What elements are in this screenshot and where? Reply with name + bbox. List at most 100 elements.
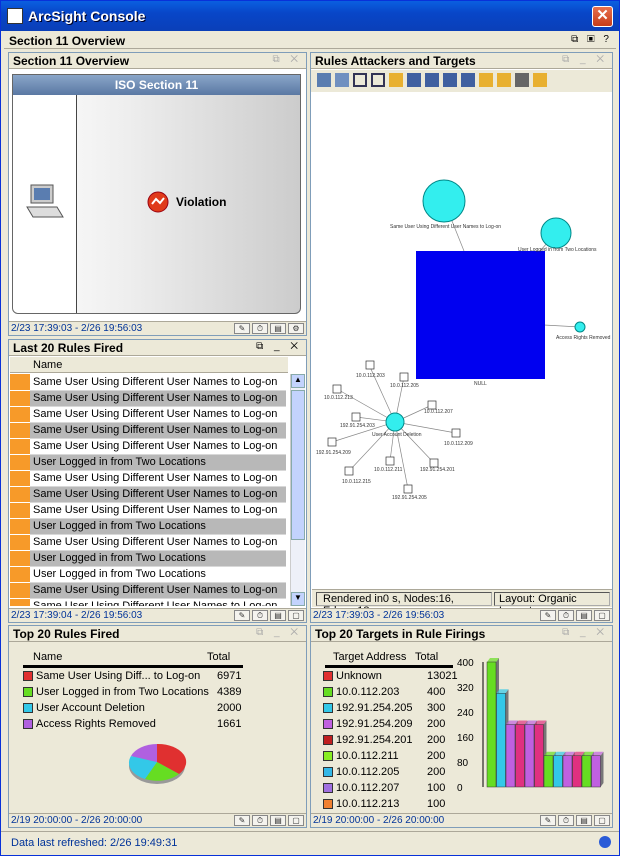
table-row[interactable]: Same User Using Different User Names to … xyxy=(10,598,286,606)
rule-name: Same User Using Different User Names to … xyxy=(30,470,286,487)
table-row[interactable]: Same User Using Different User Names to … xyxy=(10,390,286,407)
info-icon[interactable] xyxy=(599,836,611,848)
panel-toolbar[interactable]: ✎ ⏱ ▤ ▢ xyxy=(540,610,610,621)
iso-title: ISO Section 11 xyxy=(13,75,300,95)
section-controls[interactable]: ⧉ ▣ ? xyxy=(571,34,612,45)
scrollbar[interactable]: ▲ ▼ xyxy=(290,374,305,606)
bar xyxy=(572,755,582,788)
table-row[interactable]: User Logged in from Two Locations xyxy=(10,454,286,471)
rule-name: Same User Using Different User Names to … xyxy=(30,534,286,551)
table-row[interactable]: Same User Using Different User Names to … xyxy=(10,422,286,439)
iso-widget: ISO Section 11 Violation xyxy=(12,74,301,314)
rule-name: User Logged in from Two Locations xyxy=(30,566,286,583)
bar xyxy=(534,724,544,788)
node-label: User Logged in from Two Locations xyxy=(518,247,597,253)
rule-node[interactable] xyxy=(574,321,586,333)
table-row[interactable]: Same User Using Different User Names to … xyxy=(10,438,286,455)
overview-title: Section 11 Overview xyxy=(13,54,130,68)
panel-toolbar[interactable]: ✎ ⏱ ▤ ▢ xyxy=(540,815,610,826)
ip-label: 192.91.254.209 xyxy=(316,450,351,456)
table-row[interactable]: User Logged in from Two Locations xyxy=(10,518,286,535)
circular-layout-icon[interactable] xyxy=(443,73,457,87)
null-node[interactable] xyxy=(416,251,545,379)
bar xyxy=(486,661,497,788)
rule-node[interactable] xyxy=(422,179,466,223)
bar xyxy=(553,755,563,788)
close-button[interactable]: ✕ xyxy=(592,6,613,27)
legend-item: Access Rights Removed 1661 xyxy=(23,718,243,730)
app-window: ArcSight Console ✕ Section 11 Overview ⧉… xyxy=(0,0,620,856)
panel-toolbar[interactable]: ✎ ⏱ ▤ ▢ xyxy=(234,815,304,826)
targets-title: Top 20 Targets in Rule Firings xyxy=(315,627,486,641)
zoom-in-icon[interactable] xyxy=(353,73,367,87)
node-label: Access Rights Removed xyxy=(556,335,611,341)
table-row[interactable]: User Logged in from Two Locations xyxy=(10,550,286,567)
table-row[interactable]: Same User Using Different User Names to … xyxy=(10,406,286,423)
app-icon xyxy=(7,8,23,24)
bar xyxy=(581,755,592,788)
y-tick-label: 320 xyxy=(457,683,474,694)
section-header: Section 11 Overview ⧉ ▣ ? xyxy=(4,32,616,49)
table-row[interactable]: Same User Using Different User Names to … xyxy=(10,502,286,519)
col-address: Target Address xyxy=(333,651,407,663)
title-bar[interactable]: ArcSight Console ✕ xyxy=(1,1,619,31)
panel-controls[interactable]: ⧉ _ ✕ xyxy=(562,627,608,638)
rule-name: Same User Using Different User Names to … xyxy=(30,438,286,455)
target-item: 10.0.112.205 200 xyxy=(323,766,453,778)
bar xyxy=(524,724,535,788)
export-icon[interactable] xyxy=(497,73,511,87)
properties-icon[interactable] xyxy=(479,73,493,87)
table-row[interactable]: Same User Using Different User Names to … xyxy=(10,374,286,391)
bar xyxy=(562,755,573,788)
render-status: Rendered in0 s, Nodes:16, Edges:18 xyxy=(316,592,492,617)
rule-name: Same User Using Different User Names to … xyxy=(30,374,286,391)
target-item: 192.91.254.201 200 xyxy=(323,734,453,746)
table-row[interactable]: Same User Using Different User Names to … xyxy=(10,486,286,503)
graph-canvas[interactable]: Same User Using Different User Names to … xyxy=(312,93,612,588)
status-bar: Data last refreshed: 2/26 19:49:31 xyxy=(1,831,619,855)
last-rules-title: Last 20 Rules Fired xyxy=(13,341,124,355)
rule-node[interactable] xyxy=(385,412,405,432)
panel-controls[interactable]: ⧉ _ ✕ xyxy=(256,627,302,638)
rule-name: Same User Using Different User Names to … xyxy=(30,598,286,606)
panel-toolbar[interactable]: ✎ ⏱ ▤ ⚙ xyxy=(234,323,304,334)
column-name[interactable]: Name xyxy=(33,359,62,371)
top-rules-title: Top 20 Rules Fired xyxy=(13,627,120,641)
layout-icon[interactable] xyxy=(317,73,331,87)
graph-title: Rules Attackers and Targets xyxy=(315,54,476,68)
node-label: NULL xyxy=(474,381,487,387)
table-row[interactable]: Same User Using Different User Names to … xyxy=(10,470,286,487)
rule-name: User Logged in from Two Locations xyxy=(30,550,286,567)
table-row[interactable]: User Logged in from Two Locations xyxy=(10,566,286,583)
rule-node[interactable] xyxy=(540,217,572,249)
table-row[interactable]: Same User Using Different User Names to … xyxy=(10,582,286,599)
rule-name: Same User Using Different User Names to … xyxy=(30,422,286,439)
layout-status: Layout: Organic Layout xyxy=(494,592,610,617)
panel-controls[interactable]: ⧉ _ ✕ xyxy=(256,341,302,352)
rule-name: Same User Using Different User Names to … xyxy=(30,486,286,503)
graph-panel: Rules Attackers and Targets ⧉ _ ✕ Same U… xyxy=(310,52,613,623)
print-icon[interactable] xyxy=(515,73,529,87)
zoom-out-icon[interactable] xyxy=(371,73,385,87)
rules-date-range: 2/23 17:39:04 - 2/26 19:56:03 xyxy=(11,610,143,621)
table-row[interactable]: Same User Using Different User Names to … xyxy=(10,534,286,551)
ip-label: 10.0.112.213 xyxy=(324,395,353,401)
node-label: User Account Deletion xyxy=(372,432,422,438)
target-item: 192.91.254.209 200 xyxy=(323,718,453,730)
bar xyxy=(515,724,525,788)
select-icon[interactable] xyxy=(389,73,403,87)
panel-controls[interactable]: ⧉ ✕ xyxy=(272,54,302,65)
ip-label: 192.91.254.203 xyxy=(340,423,375,429)
y-tick-label: 400 xyxy=(457,658,474,669)
hierarchic-layout-icon[interactable] xyxy=(461,73,475,87)
tree-layout-icon[interactable] xyxy=(407,73,421,87)
help-icon[interactable] xyxy=(533,73,547,87)
fit-icon[interactable] xyxy=(335,73,349,87)
ip-label: 10.0.112.211 xyxy=(374,467,403,473)
panel-toolbar[interactable]: ✎ ⏱ ▤ ▢ xyxy=(234,610,304,621)
panel-controls[interactable]: ⧉ _ ✕ xyxy=(562,54,608,65)
computer-icon xyxy=(26,184,64,218)
target-item: 10.0.112.203 400 xyxy=(323,686,453,698)
target-item: 10.0.112.213 100 xyxy=(323,798,453,810)
organic-layout-icon[interactable] xyxy=(425,73,439,87)
